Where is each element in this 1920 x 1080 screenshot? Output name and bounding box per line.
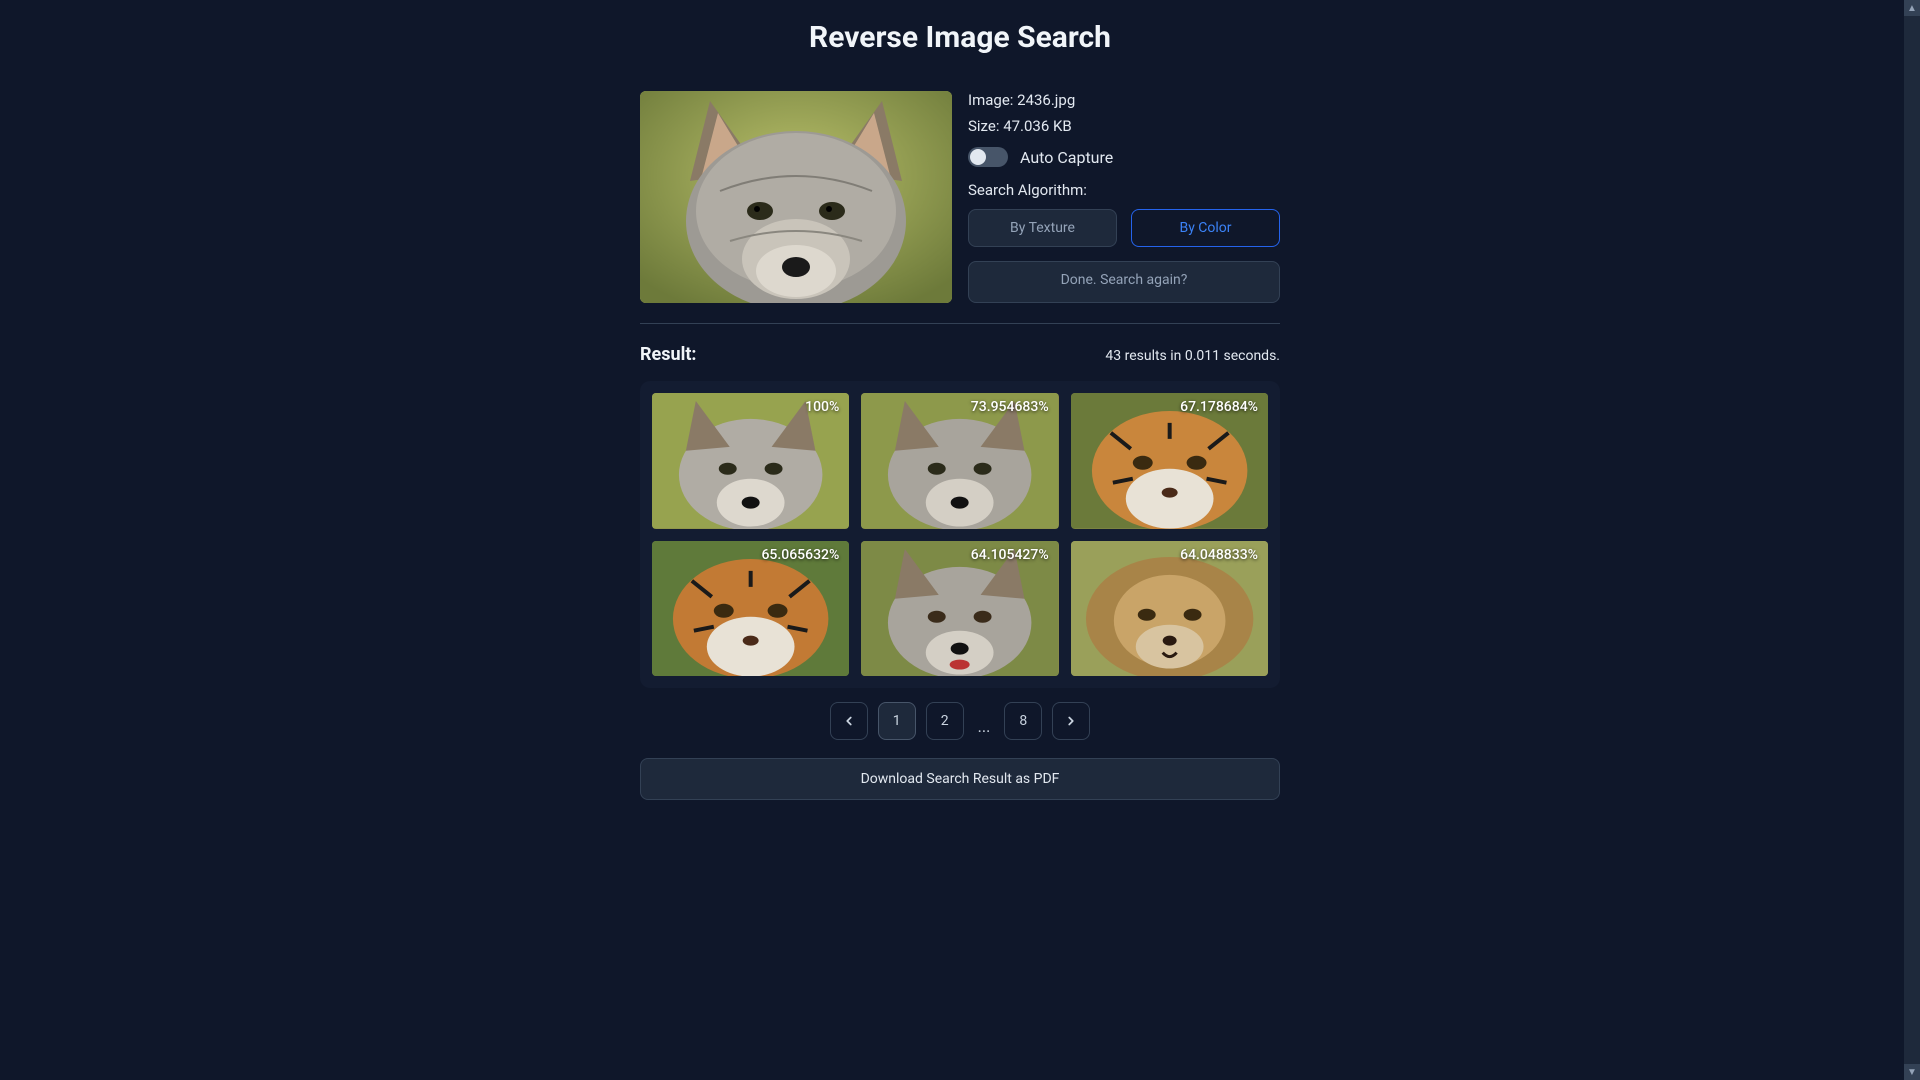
- chevron-left-icon: [842, 714, 856, 728]
- auto-capture-toggle[interactable]: [968, 147, 1008, 167]
- size-value: 47.036 KB: [1003, 117, 1072, 135]
- divider: [640, 323, 1280, 324]
- fox-illustration: [640, 91, 952, 303]
- scroll-up-icon[interactable]: ▲: [1904, 0, 1920, 16]
- match-percent: 73.954683%: [971, 399, 1049, 415]
- result-thumb[interactable]: 64.105427%: [861, 541, 1058, 677]
- match-percent: 64.048833%: [1180, 547, 1258, 563]
- result-thumb[interactable]: 73.954683%: [861, 393, 1058, 529]
- size-label-prefix: Size:: [968, 117, 1003, 135]
- query-image: [640, 91, 952, 303]
- page-number-button[interactable]: 8: [1004, 702, 1042, 740]
- pagination: 1 2 ... 8: [640, 702, 1280, 740]
- by-color-button[interactable]: By Color: [1131, 209, 1280, 247]
- result-stats: 43 results in 0.011 seconds.: [1105, 348, 1280, 364]
- search-again-button[interactable]: Done. Search again?: [968, 261, 1280, 303]
- image-name-line: Image: 2436.jpg: [968, 91, 1280, 109]
- result-thumb[interactable]: 100%: [652, 393, 849, 529]
- page-ellipsis: ...: [974, 717, 995, 740]
- results-grid: 100% 73.954683% 67.178684% 65.065632% 64…: [640, 381, 1280, 688]
- algorithm-label: Search Algorithm:: [968, 181, 1280, 199]
- download-pdf-button[interactable]: Download Search Result as PDF: [640, 758, 1280, 800]
- match-percent: 65.065632%: [761, 547, 839, 563]
- scrollbar[interactable]: ▲ ▼: [1904, 0, 1920, 1080]
- result-thumb[interactable]: 65.065632%: [652, 541, 849, 677]
- image-size-line: Size: 47.036 KB: [968, 117, 1280, 135]
- result-thumb[interactable]: 67.178684%: [1071, 393, 1268, 529]
- scroll-down-icon[interactable]: ▼: [1904, 1064, 1920, 1080]
- image-label-prefix: Image:: [968, 91, 1017, 109]
- chevron-right-icon: [1064, 714, 1078, 728]
- match-percent: 64.105427%: [971, 547, 1049, 563]
- result-heading: Result:: [640, 344, 697, 365]
- page-number-button[interactable]: 2: [926, 702, 964, 740]
- image-name-value: 2436.jpg: [1017, 91, 1075, 109]
- match-percent: 67.178684%: [1180, 399, 1258, 415]
- prev-page-button[interactable]: [830, 702, 868, 740]
- by-texture-button[interactable]: By Texture: [968, 209, 1117, 247]
- page-number-button[interactable]: 1: [878, 702, 916, 740]
- query-meta: Image: 2436.jpg Size: 47.036 KB Auto Cap…: [968, 91, 1280, 303]
- result-thumb[interactable]: 64.048833%: [1071, 541, 1268, 677]
- query-section: Image: 2436.jpg Size: 47.036 KB Auto Cap…: [640, 91, 1280, 303]
- next-page-button[interactable]: [1052, 702, 1090, 740]
- page-title: Reverse Image Search: [640, 20, 1280, 55]
- match-percent: 100%: [805, 399, 839, 415]
- auto-capture-label: Auto Capture: [1020, 148, 1113, 167]
